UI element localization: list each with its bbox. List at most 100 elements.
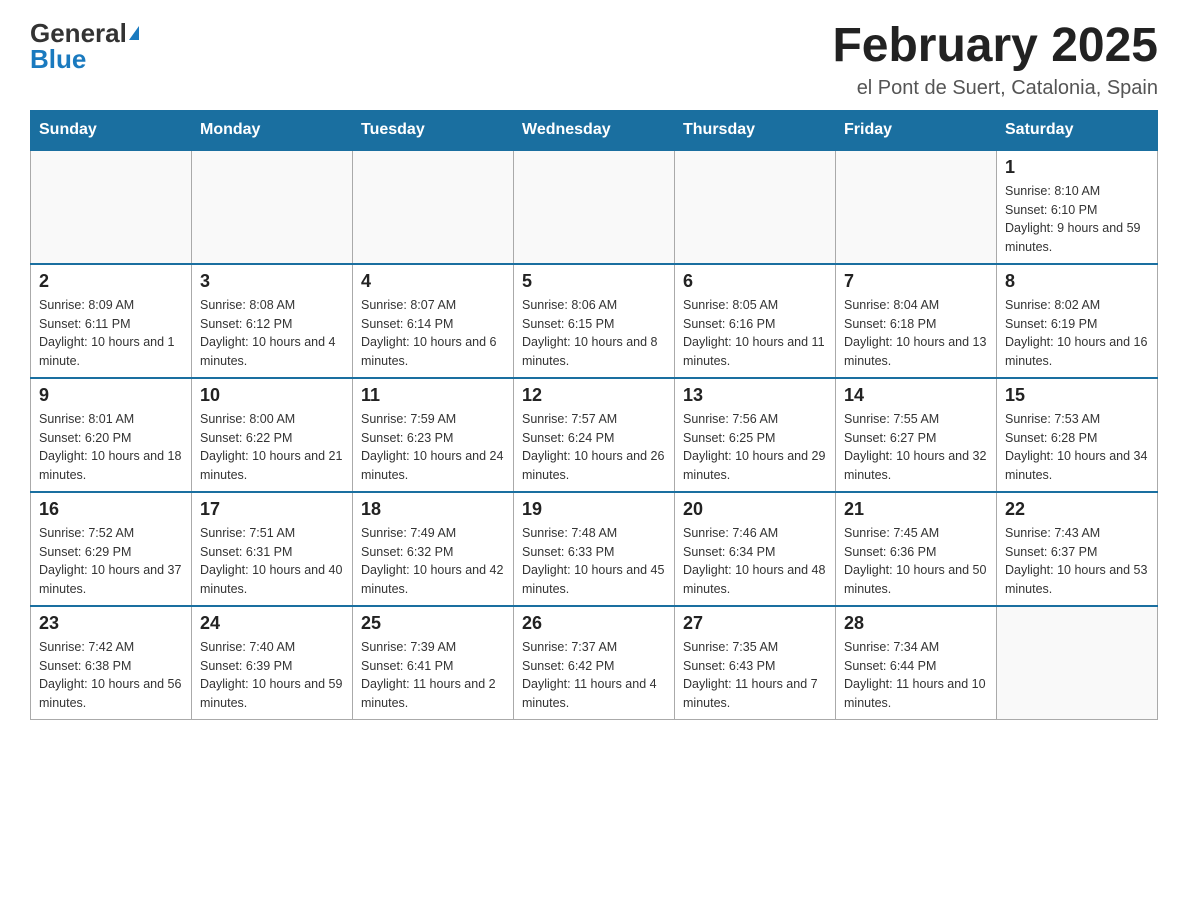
calendar-table: SundayMondayTuesdayWednesdayThursdayFrid… [30,110,1158,720]
calendar-cell: 23 Sunrise: 7:42 AMSunset: 6:38 PMDayligh… [31,606,192,720]
calendar-subtitle: el Pont de Suert, Catalonia, Spain [832,77,1158,100]
calendar-cell: 4Sunrise: 8:07 AMSunset: 6:14 PMDaylight… [353,264,514,378]
day-info: Sunrise: 7:49 AMSunset: 6:32 PMDaylight:… [361,524,505,599]
day-number: 19 [522,499,666,520]
calendar-cell: 12 Sunrise: 7:57 AMSunset: 6:24 PMDayligh… [514,378,675,492]
day-number: 26 [522,613,666,634]
calendar-week-row: 23 Sunrise: 7:42 AMSunset: 6:38 PMDayligh… [31,606,1158,720]
calendar-header-saturday: Saturday [997,110,1158,150]
calendar-cell: 19Sunrise: 7:48 AMSunset: 6:33 PMDayligh… [514,492,675,606]
calendar-cell: 13Sunrise: 7:56 AMSunset: 6:25 PMDayligh… [675,378,836,492]
day-number: 20 [683,499,827,520]
calendar-title: February 2025 [832,20,1158,73]
day-number: 27 [683,613,827,634]
day-info: Sunrise: 7:52 AMSunset: 6:29 PMDaylight:… [39,524,183,599]
day-info: Sunrise: 7:55 AMSunset: 6:27 PMDaylight:… [844,410,988,485]
day-number: 28 [844,613,988,634]
calendar-cell [353,150,514,264]
day-info: Sunrise: 7:57 AMSunset: 6:24 PMDaylight:… [522,410,666,485]
day-number: 14 [844,385,988,406]
day-info: Sunrise: 8:05 AMSunset: 6:16 PMDaylight:… [683,296,827,371]
day-info: Sunrise: 7:56 AMSunset: 6:25 PMDaylight:… [683,410,827,485]
calendar-cell [997,606,1158,720]
logo-triangle-icon [129,26,139,40]
calendar-week-row: 9Sunrise: 8:01 AMSunset: 6:20 PMDaylight… [31,378,1158,492]
calendar-cell: 15 Sunrise: 7:53 AMSunset: 6:28 PMDayligh… [997,378,1158,492]
day-info: Sunrise: 7:45 AMSunset: 6:36 PMDaylight:… [844,524,988,599]
day-info: Sunrise: 7:46 AMSunset: 6:34 PMDaylight:… [683,524,827,599]
calendar-cell: 6Sunrise: 8:05 AMSunset: 6:16 PMDaylight… [675,264,836,378]
calendar-cell: 26 Sunrise: 7:37 AMSunset: 6:42 PMDayligh… [514,606,675,720]
calendar-cell: 1 Sunrise: 8:10 AMSunset: 6:10 PMDaylight… [997,150,1158,264]
calendar-cell [192,150,353,264]
calendar-cell: 11 Sunrise: 7:59 AMSunset: 6:23 PMDayligh… [353,378,514,492]
day-number: 18 [361,499,505,520]
calendar-cell [31,150,192,264]
day-number: 4 [361,271,505,292]
logo-general-text: General [30,20,127,46]
calendar-cell: 21 Sunrise: 7:45 AMSunset: 6:36 PMDayligh… [836,492,997,606]
day-number: 1 [1005,157,1149,178]
day-number: 12 [522,385,666,406]
calendar-week-row: 2 Sunrise: 8:09 AMSunset: 6:11 PMDaylight… [31,264,1158,378]
day-info: Sunrise: 8:10 AMSunset: 6:10 PMDaylight:… [1005,182,1149,257]
day-info: Sunrise: 8:01 AMSunset: 6:20 PMDaylight:… [39,410,183,485]
calendar-header-wednesday: Wednesday [514,110,675,150]
day-info: Sunrise: 7:42 AMSunset: 6:38 PMDaylight:… [39,638,183,713]
day-info: Sunrise: 7:51 AMSunset: 6:31 PMDaylight:… [200,524,344,599]
calendar-cell: 25Sunrise: 7:39 AMSunset: 6:41 PMDayligh… [353,606,514,720]
calendar-header-monday: Monday [192,110,353,150]
day-number: 10 [200,385,344,406]
calendar-cell: 8Sunrise: 8:02 AMSunset: 6:19 PMDaylight… [997,264,1158,378]
calendar-cell: 28 Sunrise: 7:34 AMSunset: 6:44 PMDayligh… [836,606,997,720]
day-number: 22 [1005,499,1149,520]
day-number: 24 [200,613,344,634]
calendar-cell: 5 Sunrise: 8:06 AMSunset: 6:15 PMDaylight… [514,264,675,378]
calendar-cell: 27 Sunrise: 7:35 AMSunset: 6:43 PMDayligh… [675,606,836,720]
calendar-cell: 10 Sunrise: 8:00 AMSunset: 6:22 PMDayligh… [192,378,353,492]
calendar-cell: 14 Sunrise: 7:55 AMSunset: 6:27 PMDayligh… [836,378,997,492]
day-number: 15 [1005,385,1149,406]
day-number: 2 [39,271,183,292]
calendar-header-tuesday: Tuesday [353,110,514,150]
day-info: Sunrise: 7:37 AMSunset: 6:42 PMDaylight:… [522,638,666,713]
day-info: Sunrise: 8:08 AMSunset: 6:12 PMDaylight:… [200,296,344,371]
calendar-cell: 17 Sunrise: 7:51 AMSunset: 6:31 PMDayligh… [192,492,353,606]
logo-blue-text: Blue [30,46,86,72]
day-info: Sunrise: 7:34 AMSunset: 6:44 PMDaylight:… [844,638,988,713]
day-info: Sunrise: 8:09 AMSunset: 6:11 PMDaylight:… [39,296,183,371]
calendar-week-row: 16Sunrise: 7:52 AMSunset: 6:29 PMDayligh… [31,492,1158,606]
day-number: 8 [1005,271,1149,292]
day-number: 23 [39,613,183,634]
calendar-cell: 9Sunrise: 8:01 AMSunset: 6:20 PMDaylight… [31,378,192,492]
calendar-cell: 2 Sunrise: 8:09 AMSunset: 6:11 PMDaylight… [31,264,192,378]
day-info: Sunrise: 7:35 AMSunset: 6:43 PMDaylight:… [683,638,827,713]
day-info: Sunrise: 8:04 AMSunset: 6:18 PMDaylight:… [844,296,988,371]
day-info: Sunrise: 7:59 AMSunset: 6:23 PMDaylight:… [361,410,505,485]
day-number: 17 [200,499,344,520]
calendar-cell: 18 Sunrise: 7:49 AMSunset: 6:32 PMDayligh… [353,492,514,606]
calendar-header-sunday: Sunday [31,110,192,150]
calendar-cell: 24 Sunrise: 7:40 AMSunset: 6:39 PMDayligh… [192,606,353,720]
title-block: February 2025 el Pont de Suert, Cataloni… [832,20,1158,100]
calendar-cell: 22 Sunrise: 7:43 AMSunset: 6:37 PMDayligh… [997,492,1158,606]
calendar-week-row: 1 Sunrise: 8:10 AMSunset: 6:10 PMDaylight… [31,150,1158,264]
calendar-header-thursday: Thursday [675,110,836,150]
page-header: General Blue February 2025 el Pont de Su… [30,20,1158,100]
day-info: Sunrise: 7:43 AMSunset: 6:37 PMDaylight:… [1005,524,1149,599]
day-number: 5 [522,271,666,292]
day-info: Sunrise: 8:06 AMSunset: 6:15 PMDaylight:… [522,296,666,371]
day-number: 3 [200,271,344,292]
day-info: Sunrise: 8:00 AMSunset: 6:22 PMDaylight:… [200,410,344,485]
day-number: 25 [361,613,505,634]
calendar-cell: 20 Sunrise: 7:46 AMSunset: 6:34 PMDayligh… [675,492,836,606]
day-number: 21 [844,499,988,520]
logo: General Blue [30,20,139,72]
day-info: Sunrise: 7:53 AMSunset: 6:28 PMDaylight:… [1005,410,1149,485]
calendar-cell [675,150,836,264]
calendar-header-row: SundayMondayTuesdayWednesdayThursdayFrid… [31,110,1158,150]
calendar-header-friday: Friday [836,110,997,150]
day-number: 11 [361,385,505,406]
calendar-cell [836,150,997,264]
day-info: Sunrise: 7:40 AMSunset: 6:39 PMDaylight:… [200,638,344,713]
